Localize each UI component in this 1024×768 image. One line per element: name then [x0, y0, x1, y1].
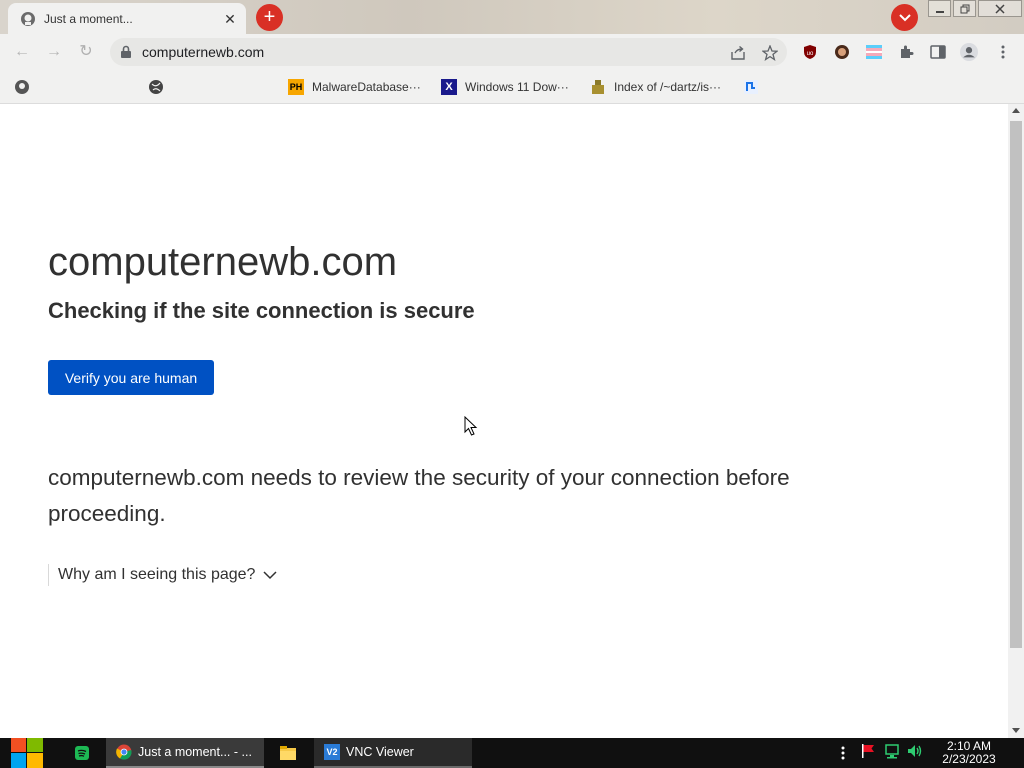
tab-search-button[interactable] — [891, 4, 918, 31]
browser-chrome: Just a moment... ✕ + ← → ↻ computernewb.… — [0, 0, 1024, 104]
folder-index-icon — [592, 80, 604, 94]
lock-icon[interactable] — [120, 45, 132, 59]
profile-extension-icon[interactable] — [833, 43, 851, 61]
flag-extension-icon[interactable] — [865, 43, 883, 61]
network-icon[interactable] — [884, 743, 900, 764]
x-icon: X — [441, 79, 457, 95]
start-button[interactable] — [11, 738, 43, 768]
bookmark-item-6[interactable] — [743, 77, 767, 97]
why-seeing-page-toggle[interactable]: Why am I seeing this page? — [48, 564, 277, 586]
close-window-button[interactable] — [978, 0, 1022, 17]
bookmark-star-icon[interactable] — [761, 44, 779, 62]
verify-human-button[interactable]: Verify you are human — [48, 360, 214, 395]
bookmark-icon — [15, 80, 29, 94]
volume-icon[interactable] — [906, 743, 924, 764]
bookmark-label: MalwareDatabase··· — [312, 80, 421, 94]
tab-close-icon[interactable]: ✕ — [222, 11, 238, 27]
address-bar[interactable]: computernewb.com — [110, 38, 787, 66]
file-explorer-icon — [280, 746, 296, 760]
site-title: computernewb.com — [48, 240, 398, 284]
taskbar-spotify[interactable] — [64, 738, 98, 768]
bookmark-item-windows11[interactable]: X Windows 11 Dow··· — [441, 77, 569, 97]
spotify-icon — [75, 746, 89, 760]
minimize-icon — [935, 10, 944, 13]
windows-logo-icon — [11, 738, 43, 768]
scroll-down-arrow-icon[interactable] — [1012, 728, 1020, 733]
taskbar-chrome-window[interactable]: Just a moment... - ... — [106, 738, 264, 768]
chevron-down-icon — [263, 570, 277, 579]
bookmark-item-1[interactable] — [14, 77, 38, 97]
why-link-text[interactable]: Why am I seeing this page? — [58, 566, 255, 584]
taskbar-item-label: VNC Viewer — [346, 745, 414, 759]
chevron-down-icon — [898, 13, 911, 21]
url-text[interactable]: computernewb.com — [142, 44, 264, 60]
ph-icon: PH — [288, 79, 304, 95]
restore-button[interactable] — [953, 0, 976, 17]
close-icon — [995, 3, 1005, 14]
address-bar-actions — [715, 44, 779, 62]
chrome-icon — [116, 744, 132, 760]
bookmark-label: Index of /~dartz/is··· — [614, 80, 722, 94]
system-tray — [838, 738, 924, 768]
tab-title: Just a moment... — [44, 11, 133, 26]
clock-date: 2/23/2023 — [942, 752, 996, 766]
system-clock[interactable]: 2:10 AM 2/23/2023 — [932, 740, 1006, 766]
profile-avatar-icon[interactable] — [960, 43, 978, 61]
bookmark-item-malwaredatabase[interactable]: PH MalwareDatabase··· — [288, 77, 421, 97]
scroll-thumb[interactable] — [1010, 121, 1022, 648]
ublock-origin-icon[interactable]: uo — [801, 43, 819, 61]
bookmarks-bar: PH MalwareDatabase··· X Windows 11 Dow··… — [0, 70, 1024, 104]
page-heading: Checking if the site connection is secur… — [48, 298, 475, 323]
taskbar-file-explorer[interactable] — [270, 738, 308, 768]
bookmark-item-2[interactable] — [148, 77, 172, 97]
bookmark-app-icon — [744, 80, 758, 94]
page-content: computernewb.com Checking if the site co… — [0, 104, 1008, 738]
new-tab-button[interactable]: + — [256, 4, 283, 31]
globe-icon — [149, 80, 163, 94]
bookmark-item-index-of[interactable]: Index of /~dartz/is··· — [590, 77, 721, 97]
share-icon[interactable] — [729, 44, 747, 62]
back-button[interactable]: ← — [12, 42, 32, 62]
puzzle-extensions-icon[interactable] — [897, 43, 915, 61]
tab-just-a-moment[interactable]: Just a moment... ✕ — [8, 3, 246, 34]
restore-icon — [960, 4, 969, 13]
side-panel-icon[interactable] — [929, 43, 947, 61]
security-message: computernewb.com needs to review the sec… — [48, 465, 790, 526]
vnc-icon: V2 — [324, 744, 340, 760]
scroll-up-arrow-icon[interactable] — [1012, 108, 1020, 113]
page-scrollbar[interactable] — [1008, 104, 1024, 738]
window-controls — [928, 0, 1024, 17]
taskbar: Just a moment... - ... V2 VNC Viewer 2:1… — [0, 738, 1024, 768]
bookmark-label: Windows 11 Dow··· — [465, 80, 569, 94]
reload-button[interactable]: ↻ — [76, 42, 96, 62]
overflow-dots-icon[interactable] — [838, 746, 848, 760]
action-center-flag-icon[interactable] — [860, 743, 876, 764]
minimize-button[interactable] — [928, 0, 951, 17]
tab-strip: Just a moment... ✕ + — [0, 0, 1024, 34]
taskbar-item-label: Just a moment... - ... — [138, 745, 252, 759]
taskbar-vnc-viewer[interactable]: V2 VNC Viewer — [314, 738, 472, 768]
menu-kebab-icon[interactable] — [994, 43, 1012, 61]
mouse-cursor-icon — [464, 416, 478, 436]
browser-toolbar: ← → ↻ computernewb.com uo — [0, 34, 1024, 70]
page-favicon-icon — [21, 11, 35, 26]
forward-button[interactable]: → — [44, 42, 64, 62]
svg-text:uo: uo — [807, 51, 814, 57]
